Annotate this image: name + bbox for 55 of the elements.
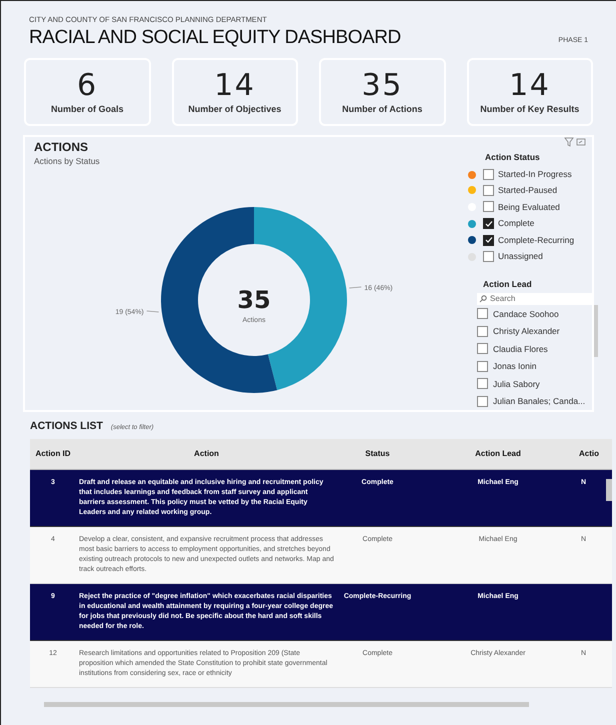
table-row[interactable] [30, 470, 612, 527]
checkbox[interactable] [483, 234, 494, 246]
checkbox[interactable] [483, 169, 494, 180]
checkbox[interactable] [483, 184, 494, 196]
kpi-value: 6 [76, 68, 98, 102]
slicer-item[interactable]: Julian Banales; Canda... [493, 395, 586, 408]
checkbox[interactable] [483, 201, 494, 212]
slicer-item[interactable]: Christy Alexander [493, 325, 560, 338]
slicer-item[interactable]: Julia Sabory [493, 378, 540, 390]
column-header[interactable]: Action [76, 448, 337, 460]
checkbox[interactable] [477, 343, 488, 354]
slicer-item[interactable]: Complete-Recurring [498, 234, 574, 246]
checkbox[interactable] [477, 360, 488, 372]
search-icon [479, 295, 487, 304]
focus-mode-icon[interactable] [576, 137, 586, 148]
leader-line [146, 310, 160, 312]
dashboard-title: RACIAL AND SOCIAL EQUITY DASHBOARD [29, 26, 401, 50]
checkbox[interactable] [477, 378, 488, 390]
kpi-value: 35 [362, 68, 403, 102]
checkbox[interactable] [477, 326, 488, 337]
table-row[interactable] [30, 584, 612, 641]
scrollbar[interactable] [594, 305, 598, 358]
slicer-title: Action Status [485, 151, 541, 164]
slicer-item[interactable]: Claudia Flores [493, 342, 548, 356]
kpi-value: 14 [214, 68, 256, 102]
checkbox[interactable] [483, 251, 494, 262]
column-header[interactable]: Action Lead [418, 448, 578, 460]
column-header[interactable]: Action ID [30, 448, 76, 460]
panel-subtitle: Actions by Status [34, 155, 101, 168]
slicer-item[interactable]: Started-In Progress [498, 168, 572, 182]
slicer-item[interactable]: Unassigned [498, 250, 543, 264]
kpi-label: Number of Actions [342, 102, 422, 116]
slicer-title: Action Lead [483, 278, 533, 292]
kpi-label: Number of Goals [50, 102, 124, 116]
leader-line [348, 286, 362, 288]
scrollbar[interactable] [44, 702, 529, 707]
kpi-label: Number of Objectives [188, 102, 282, 116]
kpi-label: Number of Key Results [480, 102, 580, 116]
total-value: 35 [237, 286, 271, 314]
section-title: ACTIONS LIST [30, 419, 103, 434]
slicer-item[interactable]: Candace Soohoo [493, 308, 559, 320]
slicer-item[interactable]: Jonas Ionin [493, 360, 536, 373]
column-header[interactable]: Status [337, 448, 418, 460]
filter-icon[interactable] [564, 137, 574, 148]
slicer-item[interactable]: Complete [498, 217, 534, 230]
scrollbar[interactable] [606, 479, 612, 501]
checkbox[interactable] [477, 308, 488, 320]
panel-title: ACTIONS [34, 140, 89, 156]
checkbox[interactable] [477, 396, 488, 407]
donut-slice[interactable] [161, 207, 278, 393]
slicer-item[interactable]: Being Evaluated [498, 200, 560, 214]
kpi-value: 14 [509, 68, 550, 102]
column-header[interactable]: Actio [578, 448, 604, 460]
slicer-item[interactable]: Started-Paused [498, 184, 558, 197]
checkbox[interactable] [483, 218, 494, 230]
